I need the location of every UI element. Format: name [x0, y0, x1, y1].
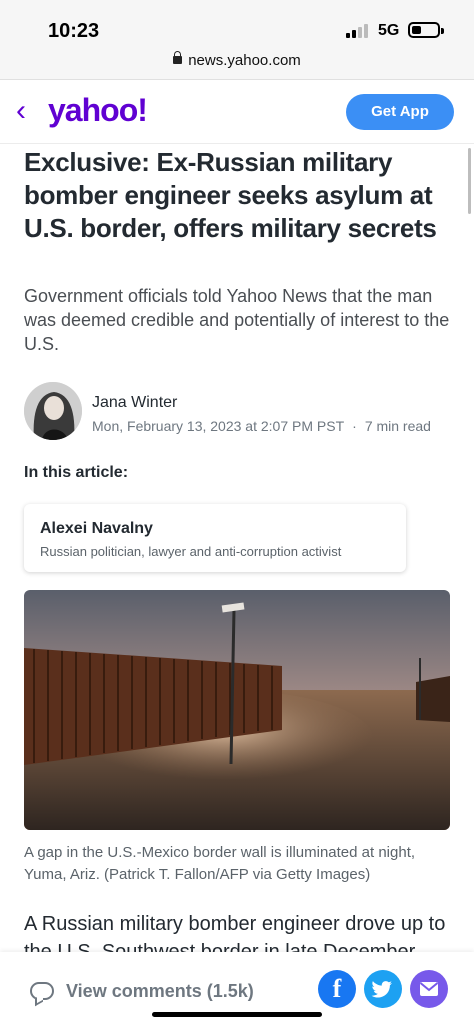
- site-header: ‹ yahoo! Get App: [0, 82, 474, 144]
- chevron-left-icon[interactable]: ‹: [16, 96, 40, 126]
- twitter-icon[interactable]: [364, 970, 402, 1008]
- publish-meta: Mon, February 13, 2023 at 2:07 PM PST · 7 …: [92, 418, 431, 434]
- entity-card[interactable]: Alexei Navalny Russian politician, lawye…: [24, 504, 406, 572]
- url-text: news.yahoo.com: [188, 52, 301, 69]
- entity-card-description: Russian politician, lawyer and anti-corr…: [40, 544, 342, 559]
- article-headline: Exclusive: Ex-Russian military bomber en…: [24, 147, 437, 243]
- battery-icon: [408, 22, 444, 38]
- read-time: 7 min read: [364, 418, 431, 434]
- get-app-button[interactable]: Get App: [346, 94, 454, 130]
- publish-date: Mon, February 13, 2023 at 2:07 PM PST: [92, 418, 345, 434]
- yahoo-logo[interactable]: yahoo!: [48, 92, 148, 129]
- photo-caption: A gap in the U.S.-Mexico border wall is …: [24, 844, 416, 883]
- avatar[interactable]: [24, 382, 82, 440]
- comment-icon: [30, 982, 54, 1000]
- view-comments-label: View comments (1.5k): [66, 980, 254, 1001]
- home-indicator: [152, 1012, 322, 1017]
- entity-card-title: Alexei Navalny: [40, 520, 153, 537]
- mail-icon[interactable]: [410, 970, 448, 1008]
- signal-icon: [346, 24, 372, 38]
- clock: 10:23: [48, 20, 100, 42]
- article-photo: [24, 590, 450, 830]
- in-this-article-heading: In this article:: [24, 464, 129, 481]
- article-subhead: Government officials told Yahoo News tha…: [24, 286, 450, 354]
- scrollbar[interactable]: [468, 148, 471, 214]
- view-comments-button[interactable]: View comments (1.5k): [30, 976, 254, 1006]
- author-name[interactable]: Jana Winter: [92, 394, 177, 412]
- network-label: 5G: [378, 22, 400, 39]
- status-bar: 10:23 5G: [0, 0, 474, 48]
- lock-icon: [173, 51, 183, 65]
- author-byline: Jana Winter Mon, February 13, 2023 at 2:…: [24, 382, 454, 442]
- url-display[interactable]: news.yahoo.com: [0, 51, 474, 69]
- facebook-icon[interactable]: f: [318, 970, 356, 1008]
- address-bar[interactable]: news.yahoo.com: [0, 48, 474, 80]
- meta-separator: ·: [352, 418, 357, 434]
